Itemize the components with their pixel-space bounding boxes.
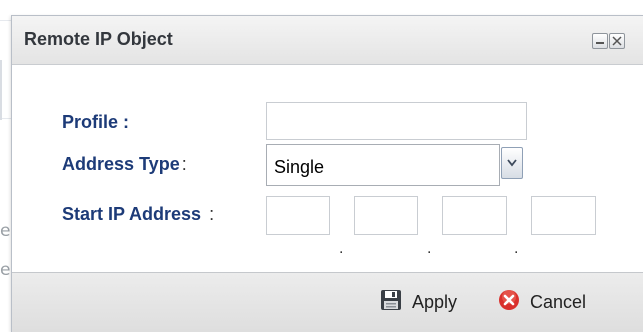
start-ip-address-label: Start IP Address: xyxy=(62,204,214,225)
dialog-footer: Apply Cancel xyxy=(12,272,643,332)
background-text: e xyxy=(0,221,11,241)
profile-label: Profile : xyxy=(62,112,130,132)
remote-ip-object-dialog: Remote IP Object Profile : Address Type:… xyxy=(11,15,643,332)
background-divider xyxy=(0,20,11,21)
ip-separator: . xyxy=(427,240,432,257)
background-text: e xyxy=(0,260,11,280)
address-type-select[interactable]: Single xyxy=(266,144,500,186)
address-type-label-text: Address Type xyxy=(62,154,180,174)
chevron-down-icon xyxy=(507,159,517,167)
apply-button[interactable]: Apply xyxy=(380,289,457,316)
start-ip-octet-4[interactable] xyxy=(531,196,596,235)
address-type-dropdown-button[interactable] xyxy=(501,147,523,179)
close-button[interactable] xyxy=(609,33,625,49)
cancel-button[interactable]: Cancel xyxy=(498,289,586,316)
apply-button-label: Apply xyxy=(412,292,458,312)
close-icon xyxy=(612,36,622,46)
start-ip-address-colon: : xyxy=(209,204,215,224)
address-type-selected-value: Single xyxy=(274,157,325,177)
start-ip-address-label-text: Start IP Address xyxy=(62,204,202,224)
start-ip-octet-1[interactable] xyxy=(266,196,330,235)
dialog-titlebar[interactable]: Remote IP Object xyxy=(12,16,643,65)
address-type-label: Address Type: xyxy=(62,154,187,175)
cancel-button-label: Cancel xyxy=(530,292,587,312)
profile-input[interactable] xyxy=(266,102,527,140)
ip-separator: . xyxy=(514,240,519,257)
start-ip-octet-2[interactable] xyxy=(354,196,418,235)
dialog-title: Remote IP Object xyxy=(24,29,173,49)
ip-separator: . xyxy=(339,240,344,257)
floppy-disk-icon xyxy=(380,289,402,316)
start-ip-octet-3[interactable] xyxy=(442,196,507,235)
minimize-button[interactable] xyxy=(592,33,608,49)
red-x-circle-icon xyxy=(498,289,520,316)
address-type-colon: : xyxy=(181,154,187,174)
background-edge xyxy=(0,60,2,120)
